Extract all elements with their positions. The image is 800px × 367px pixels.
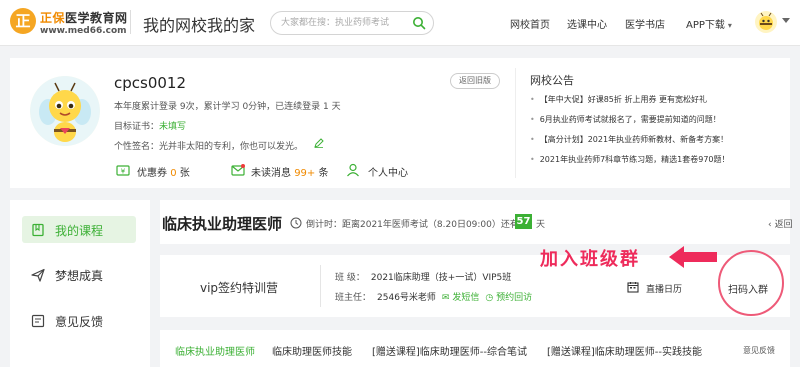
appointment-label: 预约回访 [496, 293, 533, 303]
notice-divider [515, 68, 516, 178]
nav-app-download[interactable]: APP下载 ▾ [686, 16, 732, 31]
sms-icon: ✉ [441, 293, 450, 303]
notice-item[interactable]: 【年中大促】好课85折 折上用券 更有宽松好礼 [530, 94, 707, 105]
class-info: 班 级： 2021临床助理（技+一试）VIP5班 [335, 270, 511, 283]
bee-mascot-icon [30, 76, 100, 146]
logo-title[interactable]: 正保医学教育网 [40, 9, 128, 26]
course-title: 临床执业助理医师 [162, 215, 283, 233]
notice-item[interactable]: 2021年执业药师7科章节练习题，精选1套卷970题！ [530, 154, 730, 165]
tab-bonus-practical[interactable]: [赠送课程]临床助理医师--实践技能 [547, 343, 702, 358]
sidebar-item-dream[interactable]: 梦想成真 [55, 267, 103, 284]
edit-icon[interactable] [314, 138, 324, 148]
coupon-unit: 张 [179, 168, 190, 179]
days-unit: 天 [536, 220, 546, 230]
avatar[interactable] [755, 11, 777, 33]
cert-value-link[interactable]: 未填写 [159, 122, 186, 132]
notice-title: 网校公告 [530, 74, 574, 87]
logo-url: www.med66.com [40, 26, 127, 36]
back-link[interactable]: ‹ 返回 [768, 217, 793, 230]
paper-plane-icon [31, 268, 45, 282]
cert-label: 目标证书： [114, 122, 160, 132]
username: cpcs0012 [114, 74, 187, 92]
class-program-name: vip签约特训营 [200, 281, 279, 295]
class-divider [320, 265, 321, 307]
sms-label: 发短信 [452, 293, 480, 303]
header-divider [130, 10, 131, 34]
coupon-link[interactable]: 优惠券 0 张 [137, 164, 190, 179]
back-to-old-version-button[interactable]: 返回旧版 [450, 73, 500, 89]
tab-clinical-assistant[interactable]: 临床执业助理医师 [175, 343, 255, 358]
target-cert: 目标证书：未填写 [114, 119, 186, 132]
user-center-link[interactable]: 个人中心 [368, 164, 408, 179]
teacher-label: 班主任： [335, 293, 372, 303]
logo-brand: 正保 [40, 11, 66, 25]
coupon-icon: ¥ [116, 165, 130, 176]
search-input[interactable] [281, 15, 411, 31]
bee-avatar-icon [759, 12, 773, 30]
signature: 个性签名：光并非太阳的专利，你也可以发光。 [114, 142, 304, 152]
messages-unit: 条 [318, 168, 329, 179]
coupon-count: 0 [170, 168, 177, 179]
arrow-left-icon [669, 246, 717, 268]
notice-item[interactable]: 【高分计划】2021年执业药师新教材、新备考方案！ [530, 134, 728, 145]
feedback-icon [31, 314, 45, 328]
search-box [270, 11, 434, 35]
teacher-info: 班主任： 2546号米老师 ✉ 发短信 ◷ 预约回访 [335, 290, 532, 303]
svg-text:¥: ¥ [121, 168, 126, 176]
messages-count: 99+ [294, 168, 316, 179]
nav-app-label: APP下载 [686, 20, 725, 31]
book-icon [32, 223, 44, 237]
join-group-annotation: 加入班级群 [540, 249, 640, 270]
messages-label: 未读消息 [251, 168, 291, 179]
notice-item[interactable]: 6月执业药师考试就报名了，需要提前知道的问题！ [530, 114, 721, 125]
coupon-label: 优惠券 [137, 168, 167, 179]
tab-bonus-written[interactable]: [赠送课程]临床助理医师--综合笔试 [372, 343, 527, 358]
nav-course-center[interactable]: 选课中心 [567, 16, 607, 31]
nav-home[interactable]: 网校首页 [510, 16, 550, 31]
clock-icon [290, 217, 302, 229]
login-stats: 本年度累计登录 9次，累计学习 0分钟，已连续登录 1 天 [114, 102, 341, 112]
sidebar-item-feedback[interactable]: 意见反馈 [55, 313, 103, 330]
tab-clinical-skills[interactable]: 临床助理医师技能 [272, 343, 352, 358]
phone-icon: ◷ [485, 293, 494, 303]
chevron-down-icon: ▾ [727, 21, 732, 30]
profile-avatar [30, 76, 100, 146]
sms-link[interactable]: ✉ 发短信 [442, 293, 479, 303]
class-value: 2021临床助理（技+一试）VIP5班 [370, 273, 512, 283]
sidebar-label-my-courses: 我的课程 [55, 224, 104, 238]
chevron-left-icon: ‹ [768, 220, 772, 230]
teacher-value: 2546号米老师 [377, 293, 436, 303]
messages-link[interactable]: 未读消息 99+ 条 [251, 164, 328, 179]
search-icon[interactable] [412, 16, 426, 30]
class-label: 班 级： [335, 273, 365, 283]
logo-icon[interactable]: 正 [10, 8, 36, 34]
back-label: 返回 [774, 220, 793, 230]
message-icon [231, 164, 245, 176]
scan-join-group-button[interactable]: 扫码入群 [728, 281, 768, 296]
days-remaining-badge: 57 [515, 214, 532, 229]
live-calendar-link[interactable]: 直播日历 [646, 282, 682, 295]
logo-rest: 医学教育网 [65, 11, 128, 25]
user-icon [347, 163, 359, 177]
nav-bookstore[interactable]: 医学书店 [625, 16, 665, 31]
feedback-link[interactable]: 意见反馈 [743, 345, 775, 356]
exam-countdown: 倒计时：距离2021年医师考试（8.20日09:00）还有 [306, 220, 519, 230]
calendar-icon[interactable] [627, 281, 639, 293]
site-title: 我的网校我的家 [143, 16, 256, 35]
appointment-link[interactable]: ◷ 预约回访 [485, 293, 532, 303]
avatar-caret-icon[interactable] [782, 18, 790, 23]
